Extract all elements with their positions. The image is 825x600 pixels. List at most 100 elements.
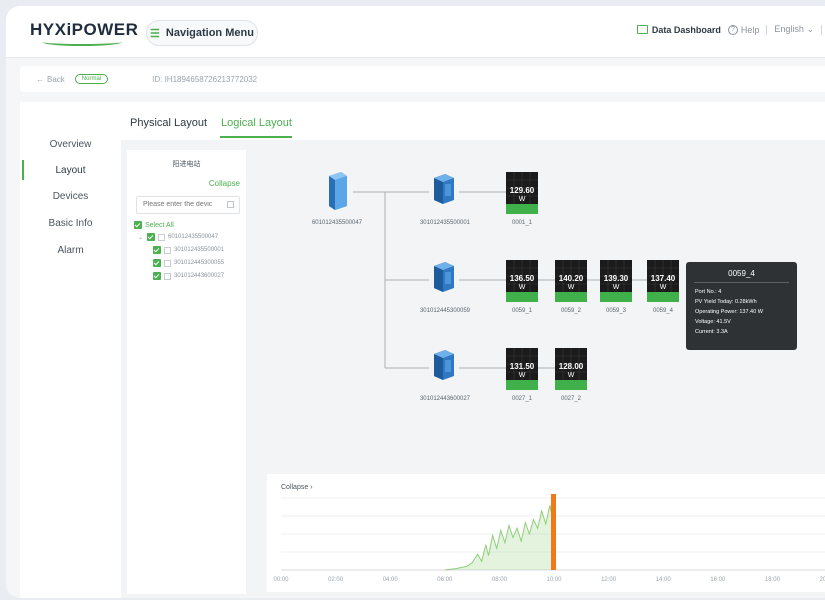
help-label: Help xyxy=(740,24,760,35)
sidebar-item-basic-info[interactable]: Basic Info xyxy=(20,212,121,234)
status-badge: Normal xyxy=(74,74,109,84)
panel-power: 137.40 xyxy=(650,274,676,283)
checkbox[interactable] xyxy=(147,233,155,241)
tab-logical-layout[interactable]: Logical Layout xyxy=(221,117,292,129)
main-content: Physical Layout Logical Layout 阳进电站 Coll… xyxy=(121,102,825,598)
panel-label: 0059_1 xyxy=(511,308,533,314)
pv-panel[interactable]: 139.30 W xyxy=(600,260,632,302)
panel-power: 129.60 xyxy=(509,186,535,195)
inverter-icon xyxy=(164,246,171,254)
meter-id: 601012435500047 xyxy=(311,220,363,226)
logo-text: HYXiPOWER xyxy=(30,20,139,39)
navigation-menu-label: Navigation Menu xyxy=(165,27,254,39)
tree-node-label: 301012443600027 xyxy=(174,273,225,279)
breadcrumb: ← Back Normal ID: IH1894658726213772032 xyxy=(20,66,825,92)
x-tick-label: 02:00 xyxy=(328,577,344,583)
power-chart[interactable]: 00:00 02:00 04:00 06:00 08:00 10:00 12:00 14:00… xyxy=(267,474,825,592)
device-search[interactable] xyxy=(136,196,240,214)
tree-node-child[interactable]: 301012435500001 xyxy=(153,246,224,254)
divider xyxy=(821,24,822,35)
panel-unit: W xyxy=(518,196,526,203)
panel-unit: W xyxy=(518,372,526,379)
panel-power: 140.20 xyxy=(558,274,584,283)
station-id: ID: IH1894658726213772032 xyxy=(152,74,258,84)
tooltip-row-value: 0.28kWh xyxy=(734,299,757,305)
x-tick-label: 10:00 xyxy=(546,577,562,583)
tooltip-row: PV Yield Today: 0.28kWh xyxy=(695,299,757,305)
tooltip-row: Operating Power: 137.40 W xyxy=(695,309,763,315)
inverter-icon xyxy=(164,272,171,280)
tooltip-row-value: 4 xyxy=(718,289,722,295)
tree-node-root[interactable]: ⌄ 601012435500047 xyxy=(138,233,218,241)
pv-panel[interactable]: 140.20 W xyxy=(555,260,587,302)
panel-unit: W xyxy=(567,372,575,379)
sidebar-item-overview[interactable]: Overview xyxy=(20,133,121,155)
x-tick-label: 04:00 xyxy=(383,577,399,583)
checkbox[interactable] xyxy=(153,246,161,254)
top-bar: HYXiPOWER ☰ Navigation Menu Data Dashboa… xyxy=(6,6,825,58)
search-icon[interactable] xyxy=(227,201,234,208)
logo-swoosh xyxy=(42,38,122,46)
tree-collapse-button[interactable]: Collapse xyxy=(209,179,240,188)
x-tick-label: 20:00 xyxy=(819,577,825,583)
tooltip-row: Voltage: 41.5V xyxy=(695,319,731,325)
chevron-down-icon: ⌄ xyxy=(806,24,814,34)
checkbox[interactable] xyxy=(153,259,161,267)
panel-power: 139.30 xyxy=(603,274,629,283)
select-all[interactable]: Select All xyxy=(134,221,174,229)
sidebar-item-label: Devices xyxy=(52,190,89,202)
sidebar-item-layout[interactable]: Layout xyxy=(20,159,121,181)
tooltip-title: 0059_4 xyxy=(728,269,755,278)
current-time-marker[interactable] xyxy=(551,494,556,570)
help-link[interactable]: ? Help xyxy=(727,24,760,35)
app-logo[interactable]: HYXiPOWER xyxy=(30,20,139,46)
chevron-down-icon[interactable]: ⌄ xyxy=(138,234,144,241)
panel-power: 136.50 xyxy=(509,274,535,283)
topology-canvas[interactable]: 601012435500047 301012435500001 30101244… xyxy=(253,150,825,468)
pv-panel[interactable]: 137.40 W xyxy=(647,260,679,302)
pv-panel[interactable]: 131.50 W xyxy=(506,348,538,390)
pv-panel[interactable]: 128.00 W xyxy=(555,348,587,390)
app-window: HYXiPOWER ☰ Navigation Menu Data Dashboa… xyxy=(6,6,825,598)
station-name: 阳进电站 xyxy=(172,161,201,168)
inverter-icon[interactable] xyxy=(431,172,457,206)
inverter-icon[interactable] xyxy=(431,348,457,382)
tab-physical-layout[interactable]: Physical Layout xyxy=(130,117,207,129)
x-tick-label: 14:00 xyxy=(656,577,672,583)
device-search-input[interactable] xyxy=(143,201,225,208)
monitor-icon xyxy=(636,25,648,34)
x-tick-label: 08:00 xyxy=(492,577,508,583)
meter-icon[interactable] xyxy=(325,172,349,210)
power-chart-panel: Collapse › 00:00 02:00 04:00 06:00 08:00 10:0… xyxy=(267,474,825,592)
tree-node-child[interactable]: 301012445300055 xyxy=(153,259,224,267)
language-selector[interactable]: English ⌄ xyxy=(774,24,814,35)
sidebar-item-label: Alarm xyxy=(57,244,84,256)
tree-node-label: 601012435500047 xyxy=(168,234,219,240)
inverter-icon[interactable] xyxy=(431,260,457,294)
panel-power: 131.50 xyxy=(509,362,535,371)
sidebar-item-label: Overview xyxy=(49,138,92,150)
pv-panel[interactable]: 129.60 W xyxy=(506,172,538,214)
tooltip-row-label: Voltage: xyxy=(695,319,715,325)
panel-label: 0001_1 xyxy=(511,220,533,226)
navigation-menu-button[interactable]: ☰ Navigation Menu xyxy=(146,20,258,46)
panel-label: 0059_4 xyxy=(652,308,674,314)
checkbox[interactable] xyxy=(134,221,142,229)
checkbox[interactable] xyxy=(153,272,161,280)
tooltip-row: Port No.: 4 xyxy=(695,289,721,295)
panel-unit: W xyxy=(567,284,575,291)
arrow-left-icon: ← xyxy=(36,74,44,84)
tooltip-row-value: 3.3A xyxy=(716,329,728,335)
pv-panel[interactable]: 136.50 W xyxy=(506,260,538,302)
sidebar-item-alarm[interactable]: Alarm xyxy=(20,239,121,261)
tooltip-row-label: Operating Power: xyxy=(695,309,738,315)
language-label: English xyxy=(774,24,804,34)
sidebar-item-devices[interactable]: Devices xyxy=(20,185,121,207)
tree-node-child[interactable]: 301012443600027 xyxy=(153,272,224,280)
device-tree-panel: 阳进电站 Collapse Select All ⌄ 6010124355000… xyxy=(127,150,246,594)
back-button[interactable]: ← Back xyxy=(36,75,65,84)
x-tick-label: 18:00 xyxy=(765,577,781,583)
tooltip-row-label: PV Yield Today: xyxy=(695,299,734,305)
data-dashboard-link[interactable]: Data Dashboard xyxy=(636,25,721,35)
tooltip-row-label: Port No.: xyxy=(695,289,717,295)
